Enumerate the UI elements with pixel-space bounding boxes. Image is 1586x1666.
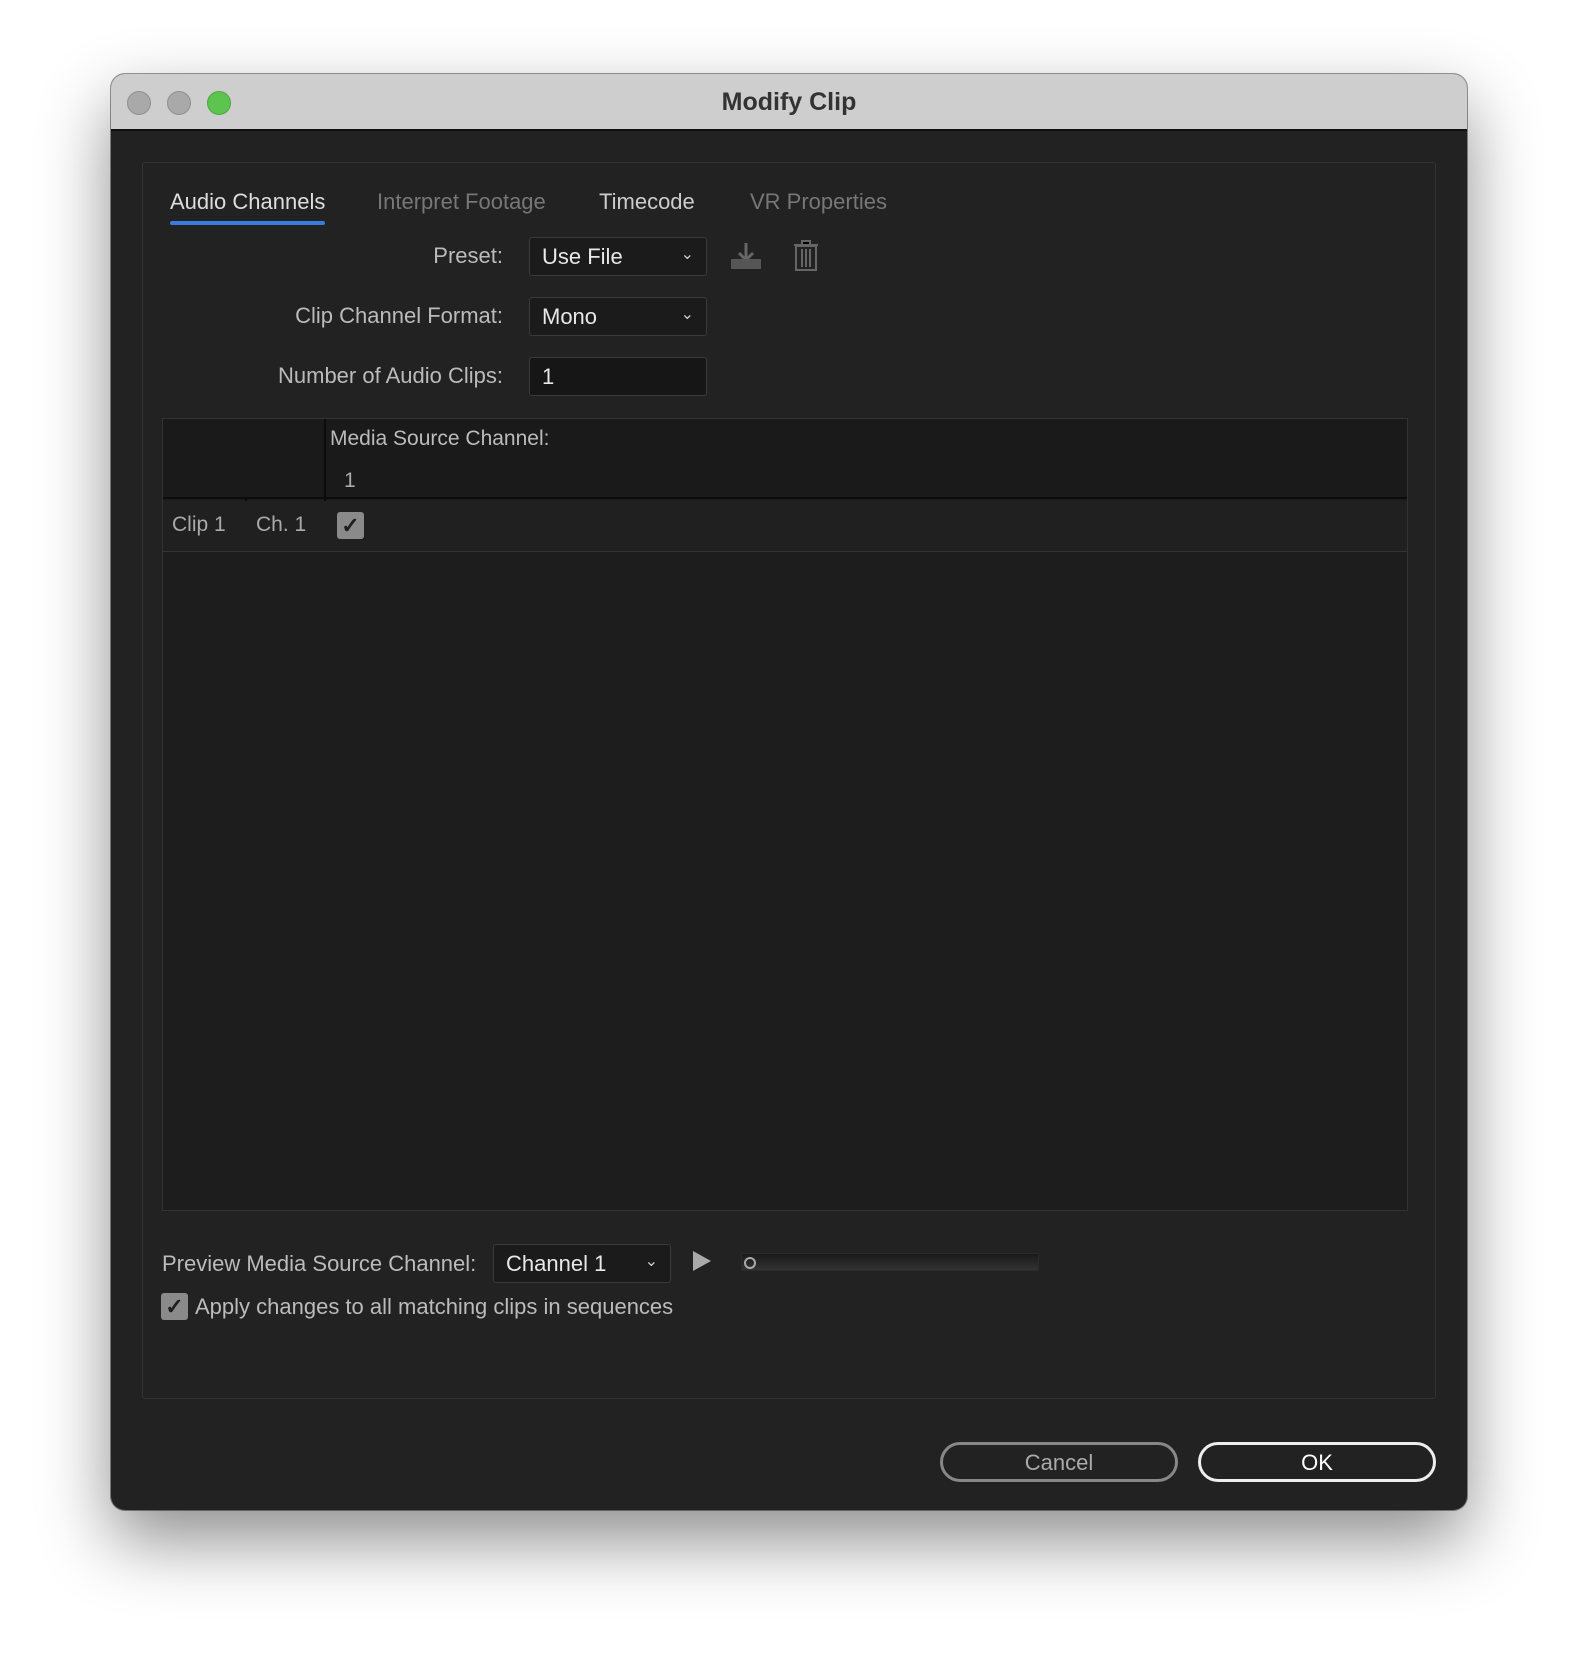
preset-dropdown[interactable]: Use File ⌄ — [529, 237, 707, 276]
tab-vr-properties[interactable]: VR Properties — [750, 189, 887, 215]
chevron-down-icon: ⌄ — [680, 246, 694, 263]
preview-scrubber[interactable] — [741, 1253, 1039, 1271]
preset-value: Use File — [542, 244, 623, 269]
play-button[interactable] — [693, 1251, 711, 1271]
clip-channel-format-dropdown[interactable]: Mono ⌄ — [529, 297, 707, 336]
tab-panel: Audio Channels Interpret Footage Timecod… — [142, 162, 1436, 1399]
tab-timecode[interactable]: Timecode — [599, 189, 695, 215]
source-channel-column-1: 1 — [344, 469, 356, 492]
tab-interpret-footage[interactable]: Interpret Footage — [377, 189, 546, 215]
number-of-audio-clips-input[interactable]: 1 — [529, 357, 707, 396]
save-preset-icon[interactable] — [729, 241, 763, 276]
number-of-audio-clips-label: Number of Audio Clips: — [278, 363, 503, 388]
preview-channel-label: Preview Media Source Channel: — [162, 1251, 477, 1276]
ok-button[interactable]: OK — [1198, 1442, 1436, 1482]
modify-clip-dialog: Modify Clip Audio Channels Interpret Foo… — [111, 74, 1467, 1510]
cancel-button[interactable]: Cancel — [940, 1442, 1178, 1482]
channel-mapping-table: Media Source Channel: 1 Clip 1 Ch. 1 ✓ — [162, 418, 1408, 1211]
title-bar: Modify Clip — [111, 74, 1467, 131]
clip-channel-format-value: Mono — [542, 304, 598, 329]
preview-channel-value: Channel 1 — [506, 1251, 607, 1276]
channel-mapping-checkbox[interactable]: ✓ — [337, 512, 364, 539]
clip-label: Clip 1 — [172, 513, 226, 536]
channel-label: Ch. 1 — [256, 513, 307, 536]
clip-channel-format-label: Clip Channel Format: — [295, 303, 503, 328]
scrubber-handle[interactable] — [744, 1257, 756, 1269]
apply-all-checkbox[interactable]: ✓ — [161, 1293, 188, 1320]
tab-audio-channels[interactable]: Audio Channels — [170, 189, 326, 225]
preview-channel-dropdown[interactable]: Channel 1 ⌄ — [493, 1244, 671, 1283]
apply-all-label: Apply changes to all matching clips in s… — [195, 1294, 674, 1319]
chevron-down-icon: ⌄ — [680, 306, 694, 323]
delete-preset-icon[interactable] — [793, 239, 819, 276]
media-source-channel-header: Media Source Channel: — [330, 427, 550, 450]
chevron-down-icon: ⌄ — [644, 1253, 658, 1270]
window-title: Modify Clip — [721, 88, 857, 116]
preset-label: Preset: — [433, 243, 503, 268]
